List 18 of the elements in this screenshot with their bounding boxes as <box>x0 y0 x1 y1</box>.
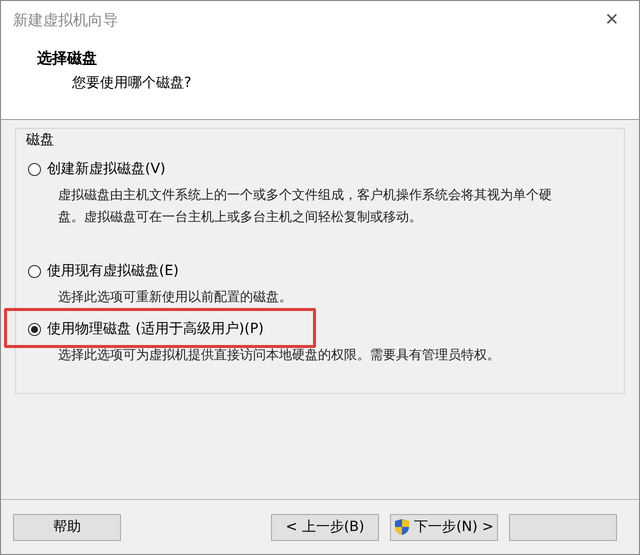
next-button[interactable]: 下一步(N) > <box>390 514 498 540</box>
shield-icon <box>394 518 410 536</box>
option-description: 虚拟磁盘由主机文件系统上的一个或多个文件组成，客户机操作系统会将其视为单个硬盘。虚拟磁盘可在一台主机上或多台主机之间轻松复制或移动。 <box>58 187 553 227</box>
page-title: 选择磁盘 <box>37 49 97 68</box>
page-subtitle: 您要使用哪个磁盘? <box>71 74 192 92</box>
radio-button[interactable] <box>28 322 41 336</box>
close-button[interactable]: ✕ <box>596 10 627 30</box>
option-description: 选择此选项可为虚拟机提供直接访问本地硬盘的权限。需要具有管理员特权。 <box>58 347 501 365</box>
help-button[interactable]: 帮助 <box>13 514 121 540</box>
radio-button[interactable] <box>28 162 41 176</box>
group-label: 磁盘 <box>26 131 54 149</box>
option-label[interactable]: 创建新虚拟磁盘(V) <box>47 160 166 178</box>
back-button[interactable]: < 上一步(B) <box>271 514 379 540</box>
option-label[interactable]: 使用现有虚拟磁盘(E) <box>47 262 179 280</box>
option-description: 选择此选项可重新使用以前配置的磁盘。 <box>58 289 293 307</box>
radio-button[interactable] <box>28 264 41 278</box>
option-label[interactable]: 使用物理磁盘 (适用于高级用户)(P) <box>47 320 264 338</box>
window-title: 新建虚拟机向导 <box>13 10 118 30</box>
